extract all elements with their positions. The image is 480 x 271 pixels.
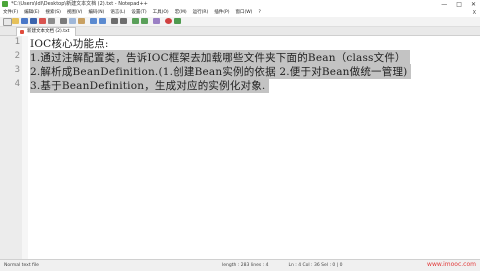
zoom-out-icon[interactable] [141,18,148,24]
tab-bar: 新建文本文档 (2).txt [0,27,480,36]
file-type-status: Normal text file [4,263,39,268]
editor-area[interactable]: 1 2 3 4 IOC核心功能点: 1.通过注解配置类，告诉IOC框架去加载哪些… [0,36,480,259]
menu-file[interactable]: 文件(F) [0,9,21,17]
menu-settings[interactable]: 设置(T) [128,9,149,17]
menu-bar: 文件(F) 编辑(E) 搜索(S) 视图(V) 编码(N) 语言(L) 设置(T… [0,9,480,17]
wrap-icon[interactable] [153,18,160,24]
menu-edit[interactable]: 编辑(E) [21,9,42,17]
menu-macro[interactable]: 宏(M) [172,9,190,17]
cursor-position-status: Ln : 4 Col : 36 Sel : 0 | 0 [288,263,343,268]
status-bar: Normal text file length : 283 lines : 4 … [0,259,480,271]
copy-icon[interactable] [69,18,76,24]
line-number: 3 [14,65,20,75]
minimize-button[interactable]: — [441,0,447,9]
close-document-button[interactable]: X [473,9,476,17]
zoom-in-icon[interactable] [132,18,139,24]
menu-plugins[interactable]: 插件(P) [211,9,232,17]
window-controls: — □ ✕ [441,0,476,9]
undo-icon[interactable] [90,18,97,24]
text-line: IOC核心功能点: [30,38,109,50]
play-macro-icon[interactable] [174,18,181,24]
record-macro-icon[interactable] [165,18,172,24]
open-file-icon[interactable] [12,18,19,24]
text-line-selected: 2.解析成BeanDefinition.(1.创建Bean实例的依据 2.便于对… [30,64,412,79]
line-number: 2 [14,51,20,61]
fold-margin [22,36,28,259]
notepadpp-app-icon [2,1,8,7]
replace-icon[interactable] [120,18,127,24]
print-icon[interactable] [48,18,55,24]
menu-search[interactable]: 搜索(S) [42,9,63,17]
status-details: length : 283 lines : 4 Ln : 4 Col : 36 S… [222,260,343,271]
close-icon[interactable] [39,18,46,24]
new-file-icon[interactable] [3,18,12,26]
site-watermark: www.imooc.com [427,261,476,268]
menu-help[interactable]: ? [255,9,263,17]
window-title: *C:\Users\Idl\Desktop\新建文本文档 (2).txt - N… [11,1,148,7]
line-number: 4 [14,79,20,89]
close-window-button[interactable]: ✕ [471,0,476,9]
menu-encoding[interactable]: 编码(N) [85,9,107,17]
text-line-selected: 3.基于BeanDefinition，生成对应的实例化对象. [30,78,270,93]
tab-label: 新建文本文档 (2).txt [27,29,70,34]
menu-language[interactable]: 语言(L) [107,9,128,17]
text-line-selected: 1.通过注解配置类，告诉IOC框架去加载哪些文件夹下面的Bean（class文件… [30,50,410,65]
menu-view[interactable]: 视图(V) [64,9,86,17]
menu-tools[interactable]: 工具(O) [150,9,172,17]
cut-icon[interactable] [60,18,67,24]
menu-window[interactable]: 窗口(W) [232,9,255,17]
maximize-button[interactable]: □ [456,0,462,9]
toolbar [0,17,480,27]
save-icon[interactable] [21,18,28,24]
line-number: 1 [14,37,20,47]
save-all-icon[interactable] [30,18,37,24]
line-number-gutter: 1 2 3 4 [0,36,23,259]
redo-icon[interactable] [99,18,106,24]
tab-document[interactable]: 新建文本文档 (2).txt [16,27,77,36]
paste-icon[interactable] [78,18,85,24]
title-bar: *C:\Users\Idl\Desktop\新建文本文档 (2).txt - N… [0,0,480,9]
length-status: length : 283 lines : 4 [222,263,269,268]
unsaved-file-icon [20,30,24,34]
menu-run[interactable]: 运行(R) [190,9,212,17]
find-icon[interactable] [111,18,118,24]
